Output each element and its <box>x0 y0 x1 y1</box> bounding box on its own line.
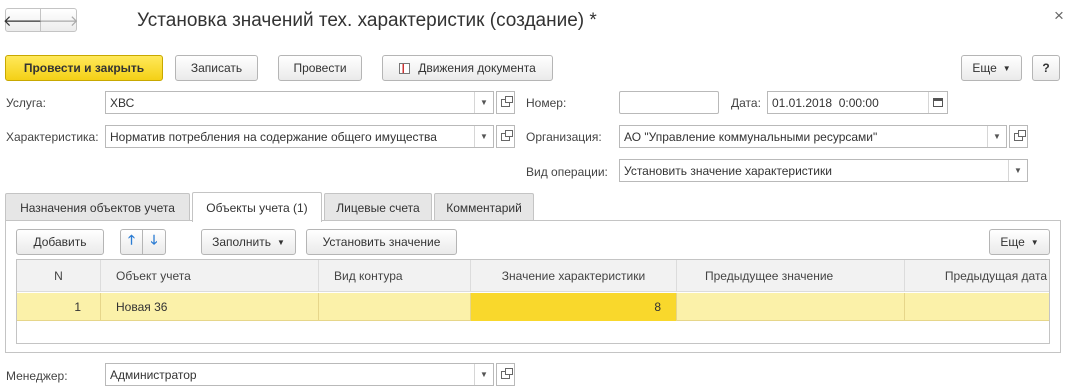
more-label: Еще <box>972 61 997 75</box>
organization-label: Организация: <box>526 130 602 144</box>
chevron-down-icon: ▼ <box>1002 63 1011 73</box>
date-label: Дата: <box>731 96 761 110</box>
date-value: 01.01.2018 0:00:00 <box>772 95 879 110</box>
table-header: N Объект учета Вид контура Значение хара… <box>17 260 1049 292</box>
move-down-button[interactable]: 🡓 <box>142 229 166 255</box>
add-button[interactable]: Добавить <box>16 229 104 255</box>
column-header-prev-value[interactable]: Предыдущее значение <box>677 260 905 292</box>
document-movements-label: Движения документа <box>418 61 536 75</box>
chevron-down-icon[interactable]: ▼ <box>474 126 493 147</box>
cell-object: Новая 36 <box>101 293 319 321</box>
cell-contour <box>319 293 471 321</box>
post-and-close-button[interactable]: Провести и закрыть <box>5 55 163 81</box>
chevron-down-icon[interactable]: ▼ <box>474 92 493 113</box>
number-label: Номер: <box>526 96 567 110</box>
column-header-prev-date[interactable]: Предыдущая дата <box>905 260 1049 292</box>
chevron-down-icon: ▼ <box>1030 237 1039 247</box>
operation-type-value: Установить значение характеристики <box>624 163 832 178</box>
manager-value: Администратор <box>110 367 197 382</box>
calendar-icon[interactable] <box>928 92 947 113</box>
help-button[interactable]: ? <box>1032 55 1060 81</box>
tab-panel: Добавить 🡑 🡓 Заполнить ▼ Установить знач… <box>5 220 1061 353</box>
set-value-button[interactable]: Установить значение <box>306 229 457 255</box>
column-header-contour[interactable]: Вид контура <box>319 260 471 292</box>
service-field[interactable]: ХВС ▼ <box>105 91 494 114</box>
movements-icon <box>399 62 411 74</box>
chevron-down-icon[interactable]: ▼ <box>987 126 1006 147</box>
service-value: ХВС <box>110 95 135 110</box>
table-more-button[interactable]: Еще ▼ <box>989 229 1050 255</box>
manager-label: Менеджер: <box>6 369 68 383</box>
open-characteristic-icon[interactable] <box>496 125 515 148</box>
operation-type-label: Вид операции: <box>526 165 608 179</box>
cell-prev-value <box>677 293 905 321</box>
more-button[interactable]: Еще ▼ <box>961 55 1022 81</box>
tab-personal-accounts[interactable]: Лицевые счета <box>324 193 432 221</box>
open-manager-icon[interactable] <box>496 363 515 386</box>
column-header-n[interactable]: N <box>17 260 101 292</box>
close-icon[interactable]: × <box>1054 6 1064 26</box>
service-label: Услуга: <box>6 96 46 110</box>
post-button[interactable]: Провести <box>278 55 362 81</box>
number-field[interactable] <box>619 91 719 114</box>
document-movements-button[interactable]: Движения документа <box>382 55 553 81</box>
date-field[interactable]: 01.01.2018 0:00:00 <box>767 91 948 114</box>
chevron-down-icon: ▼ <box>277 237 285 247</box>
organization-field[interactable]: АО "Управление коммунальными ресурсами" … <box>619 125 1007 148</box>
forward-arrow-icon[interactable]: 🡒 <box>38 9 78 31</box>
table: N Объект учета Вид контура Значение хара… <box>16 259 1050 344</box>
fill-label: Заполнить <box>212 235 271 249</box>
back-arrow-icon[interactable]: 🡐 <box>3 9 43 31</box>
organization-value: АО "Управление коммунальными ресурсами" <box>624 129 878 144</box>
tab-comment[interactable]: Комментарий <box>434 193 534 221</box>
fill-button[interactable]: Заполнить ▼ <box>201 229 296 255</box>
chevron-down-icon[interactable]: ▼ <box>1008 160 1027 181</box>
operation-type-field[interactable]: Установить значение характеристики ▼ <box>619 159 1028 182</box>
table-more-label: Еще <box>1000 235 1025 249</box>
arrow-down-icon: 🡓 <box>150 232 158 247</box>
tab-assignments[interactable]: Назначения объектов учета <box>5 193 190 221</box>
arrow-up-icon: 🡑 <box>128 232 135 247</box>
save-button[interactable]: Записать <box>175 55 258 81</box>
tab-accounting-objects[interactable]: Объекты учета (1) <box>192 192 322 222</box>
column-header-object[interactable]: Объект учета <box>101 260 319 292</box>
column-header-value[interactable]: Значение характеристики <box>471 260 677 292</box>
cell-prev-date <box>905 293 1049 321</box>
page-title: Установка значений тех. характеристик (с… <box>137 10 597 31</box>
characteristic-value: Норматив потребления на содержание общег… <box>110 129 437 144</box>
characteristic-field[interactable]: Норматив потребления на содержание общег… <box>105 125 494 148</box>
move-up-button[interactable]: 🡑 <box>120 229 143 255</box>
cell-value[interactable]: 8 <box>471 293 677 321</box>
chevron-down-icon[interactable]: ▼ <box>474 364 493 385</box>
characteristic-label: Характеристика: <box>6 130 99 144</box>
table-row[interactable]: 1 Новая 36 8 <box>17 293 1049 321</box>
cell-n: 1 <box>17 293 101 321</box>
nav-buttons: 🡐 🡒 <box>3 8 79 32</box>
manager-field[interactable]: Администратор ▼ <box>105 363 494 386</box>
open-organization-icon[interactable] <box>1009 125 1028 148</box>
open-service-icon[interactable] <box>496 91 515 114</box>
